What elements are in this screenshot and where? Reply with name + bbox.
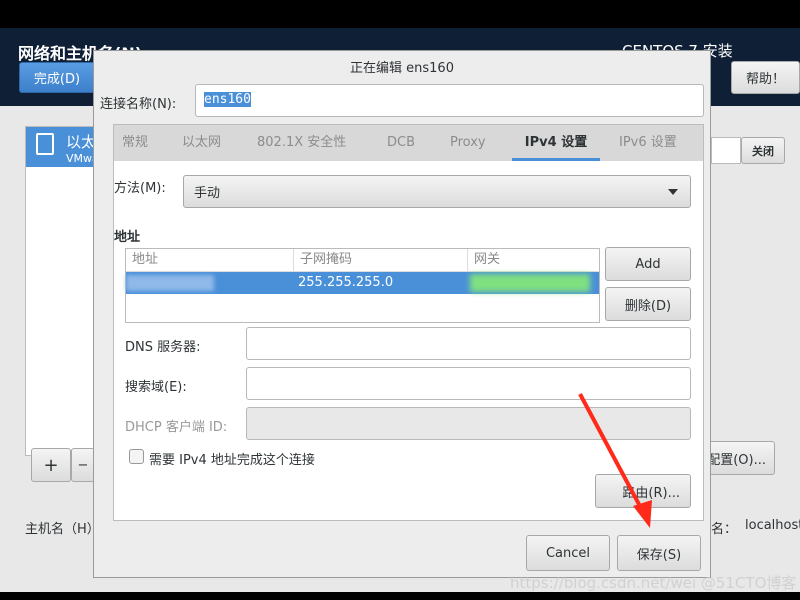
watermark: https://blog.csdn.net/wei @51CTO博客	[510, 574, 797, 592]
annotation-arrow	[578, 393, 652, 528]
